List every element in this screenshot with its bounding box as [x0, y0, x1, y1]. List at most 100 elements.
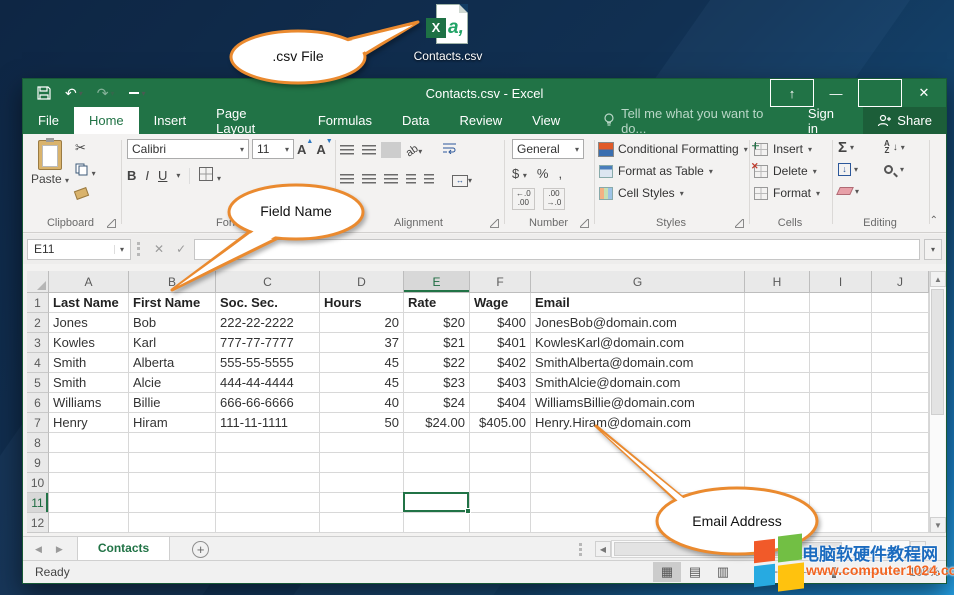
select-all-corner[interactable]: [27, 271, 49, 293]
decrease-font-button[interactable]: A▼: [316, 142, 332, 157]
sign-in-button[interactable]: Sign in: [792, 107, 863, 134]
cell-A10[interactable]: [49, 473, 129, 493]
increase-indent-button[interactable]: [424, 174, 434, 184]
cell-E9[interactable]: [404, 453, 470, 473]
cell-I4[interactable]: [810, 353, 872, 373]
previous-sheet-button[interactable]: ◀: [35, 544, 42, 555]
cell-G1[interactable]: Email: [531, 293, 745, 313]
cell-F9[interactable]: [470, 453, 531, 473]
sheet-tab-contacts[interactable]: Contacts: [77, 537, 170, 562]
cell-styles-button[interactable]: Cell Styles▾: [599, 182, 748, 204]
next-sheet-button[interactable]: ▶: [56, 544, 63, 555]
zoom-in-button[interactable]: +: [894, 565, 901, 579]
cell-D9[interactable]: [320, 453, 404, 473]
cell-A4[interactable]: Smith: [49, 353, 129, 373]
cell-J8[interactable]: [872, 433, 929, 453]
cell-D3[interactable]: 37: [320, 333, 404, 353]
cell-D8[interactable]: [320, 433, 404, 453]
cell-C5[interactable]: 444-44-4444: [216, 373, 320, 393]
cell-A9[interactable]: [49, 453, 129, 473]
zoom-out-button[interactable]: −: [771, 565, 778, 579]
cell-F8[interactable]: [470, 433, 531, 453]
cell-J5[interactable]: [872, 373, 929, 393]
row-header-11[interactable]: 11: [27, 493, 49, 513]
cell-I5[interactable]: [810, 373, 872, 393]
cell-C10[interactable]: [216, 473, 320, 493]
cell-A12[interactable]: [49, 513, 129, 533]
cell-J7[interactable]: [872, 413, 929, 433]
cell-D5[interactable]: 45: [320, 373, 404, 393]
cell-D12[interactable]: [320, 513, 404, 533]
cell-E5[interactable]: $23: [404, 373, 470, 393]
cell-J3[interactable]: [872, 333, 929, 353]
font-name-combo[interactable]: Calibri▾: [127, 139, 249, 159]
cell-C4[interactable]: 555-55-5555: [216, 353, 320, 373]
cell-I1[interactable]: [810, 293, 872, 313]
cell-C11[interactable]: [216, 493, 320, 513]
cell-B7[interactable]: Hiram: [129, 413, 216, 433]
collapse-ribbon-button[interactable]: ⌃: [930, 215, 938, 226]
row-header-6[interactable]: 6: [27, 393, 49, 413]
font-size-combo[interactable]: 11▾: [252, 139, 294, 159]
cut-button[interactable]: ✂: [75, 140, 109, 156]
copy-button[interactable]: ▾: [75, 163, 109, 179]
comma-format-button[interactable]: ,: [558, 166, 562, 181]
cell-A6[interactable]: Williams: [49, 393, 129, 413]
cell-E10[interactable]: [404, 473, 470, 493]
cell-C7[interactable]: 111-11-1111: [216, 413, 320, 433]
close-button[interactable]: ✕: [902, 79, 946, 107]
normal-view-button[interactable]: ▦: [653, 562, 681, 582]
cell-E6[interactable]: $24: [404, 393, 470, 413]
cell-D11[interactable]: [320, 493, 404, 513]
page-break-view-button[interactable]: ▥: [709, 562, 737, 582]
number-dialog-launcher[interactable]: [580, 219, 589, 228]
cell-J2[interactable]: [872, 313, 929, 333]
cell-A3[interactable]: Kowles: [49, 333, 129, 353]
row-header-7[interactable]: 7: [27, 413, 49, 433]
cell-B8[interactable]: [129, 433, 216, 453]
cell-D7[interactable]: 50: [320, 413, 404, 433]
wrap-text-button[interactable]: [442, 141, 457, 159]
cell-H5[interactable]: [745, 373, 810, 393]
maximize-button[interactable]: [858, 79, 902, 107]
cell-D6[interactable]: 40: [320, 393, 404, 413]
italic-button[interactable]: I: [145, 168, 149, 183]
paste-button[interactable]: Paste ▾: [29, 138, 71, 210]
scroll-down-button[interactable]: ▼: [930, 517, 946, 533]
cell-C9[interactable]: [216, 453, 320, 473]
percent-format-button[interactable]: %: [537, 166, 549, 181]
cell-I3[interactable]: [810, 333, 872, 353]
align-bottom-button[interactable]: [384, 145, 398, 155]
insert-cells-button[interactable]: ＋Insert▾: [754, 138, 820, 160]
cell-B3[interactable]: Karl: [129, 333, 216, 353]
row-header-3[interactable]: 3: [27, 333, 49, 353]
column-header-J[interactable]: J: [872, 271, 929, 293]
customize-qat-button[interactable]: ▾: [129, 89, 146, 98]
cell-J11[interactable]: [872, 493, 929, 513]
cell-F12[interactable]: [470, 513, 531, 533]
ribbon-tab-review[interactable]: Review: [445, 107, 518, 134]
ribbon-tab-page-layout[interactable]: Page Layout: [201, 107, 303, 134]
zoom-slider-thumb[interactable]: [832, 567, 836, 578]
decrease-decimal-button[interactable]: .00→.0: [543, 188, 566, 210]
decrease-indent-button[interactable]: [406, 174, 416, 184]
ribbon-display-options-button[interactable]: ↑: [770, 79, 814, 107]
ribbon-tab-formulas[interactable]: Formulas: [303, 107, 387, 134]
cell-B2[interactable]: Bob: [129, 313, 216, 333]
cell-A5[interactable]: Smith: [49, 373, 129, 393]
cell-E3[interactable]: $21: [404, 333, 470, 353]
undo-button[interactable]: ↶▾: [65, 85, 83, 102]
currency-format-button[interactable]: $ ▾: [512, 166, 527, 181]
format-as-table-button[interactable]: Format as Table▾: [599, 160, 748, 182]
row-header-9[interactable]: 9: [27, 453, 49, 473]
cell-G4[interactable]: SmithAlberta@domain.com: [531, 353, 745, 373]
vertical-scrollbar[interactable]: ▲ ▼: [929, 271, 945, 533]
align-top-button[interactable]: [340, 145, 354, 155]
find-select-button[interactable]: ▾: [884, 160, 905, 178]
delete-cells-button[interactable]: ✕Delete▾: [754, 160, 820, 182]
cell-J10[interactable]: [872, 473, 929, 493]
cell-A1[interactable]: Last Name: [49, 293, 129, 313]
column-header-I[interactable]: I: [810, 271, 872, 293]
column-header-A[interactable]: A: [49, 271, 129, 293]
cell-F5[interactable]: $403: [470, 373, 531, 393]
